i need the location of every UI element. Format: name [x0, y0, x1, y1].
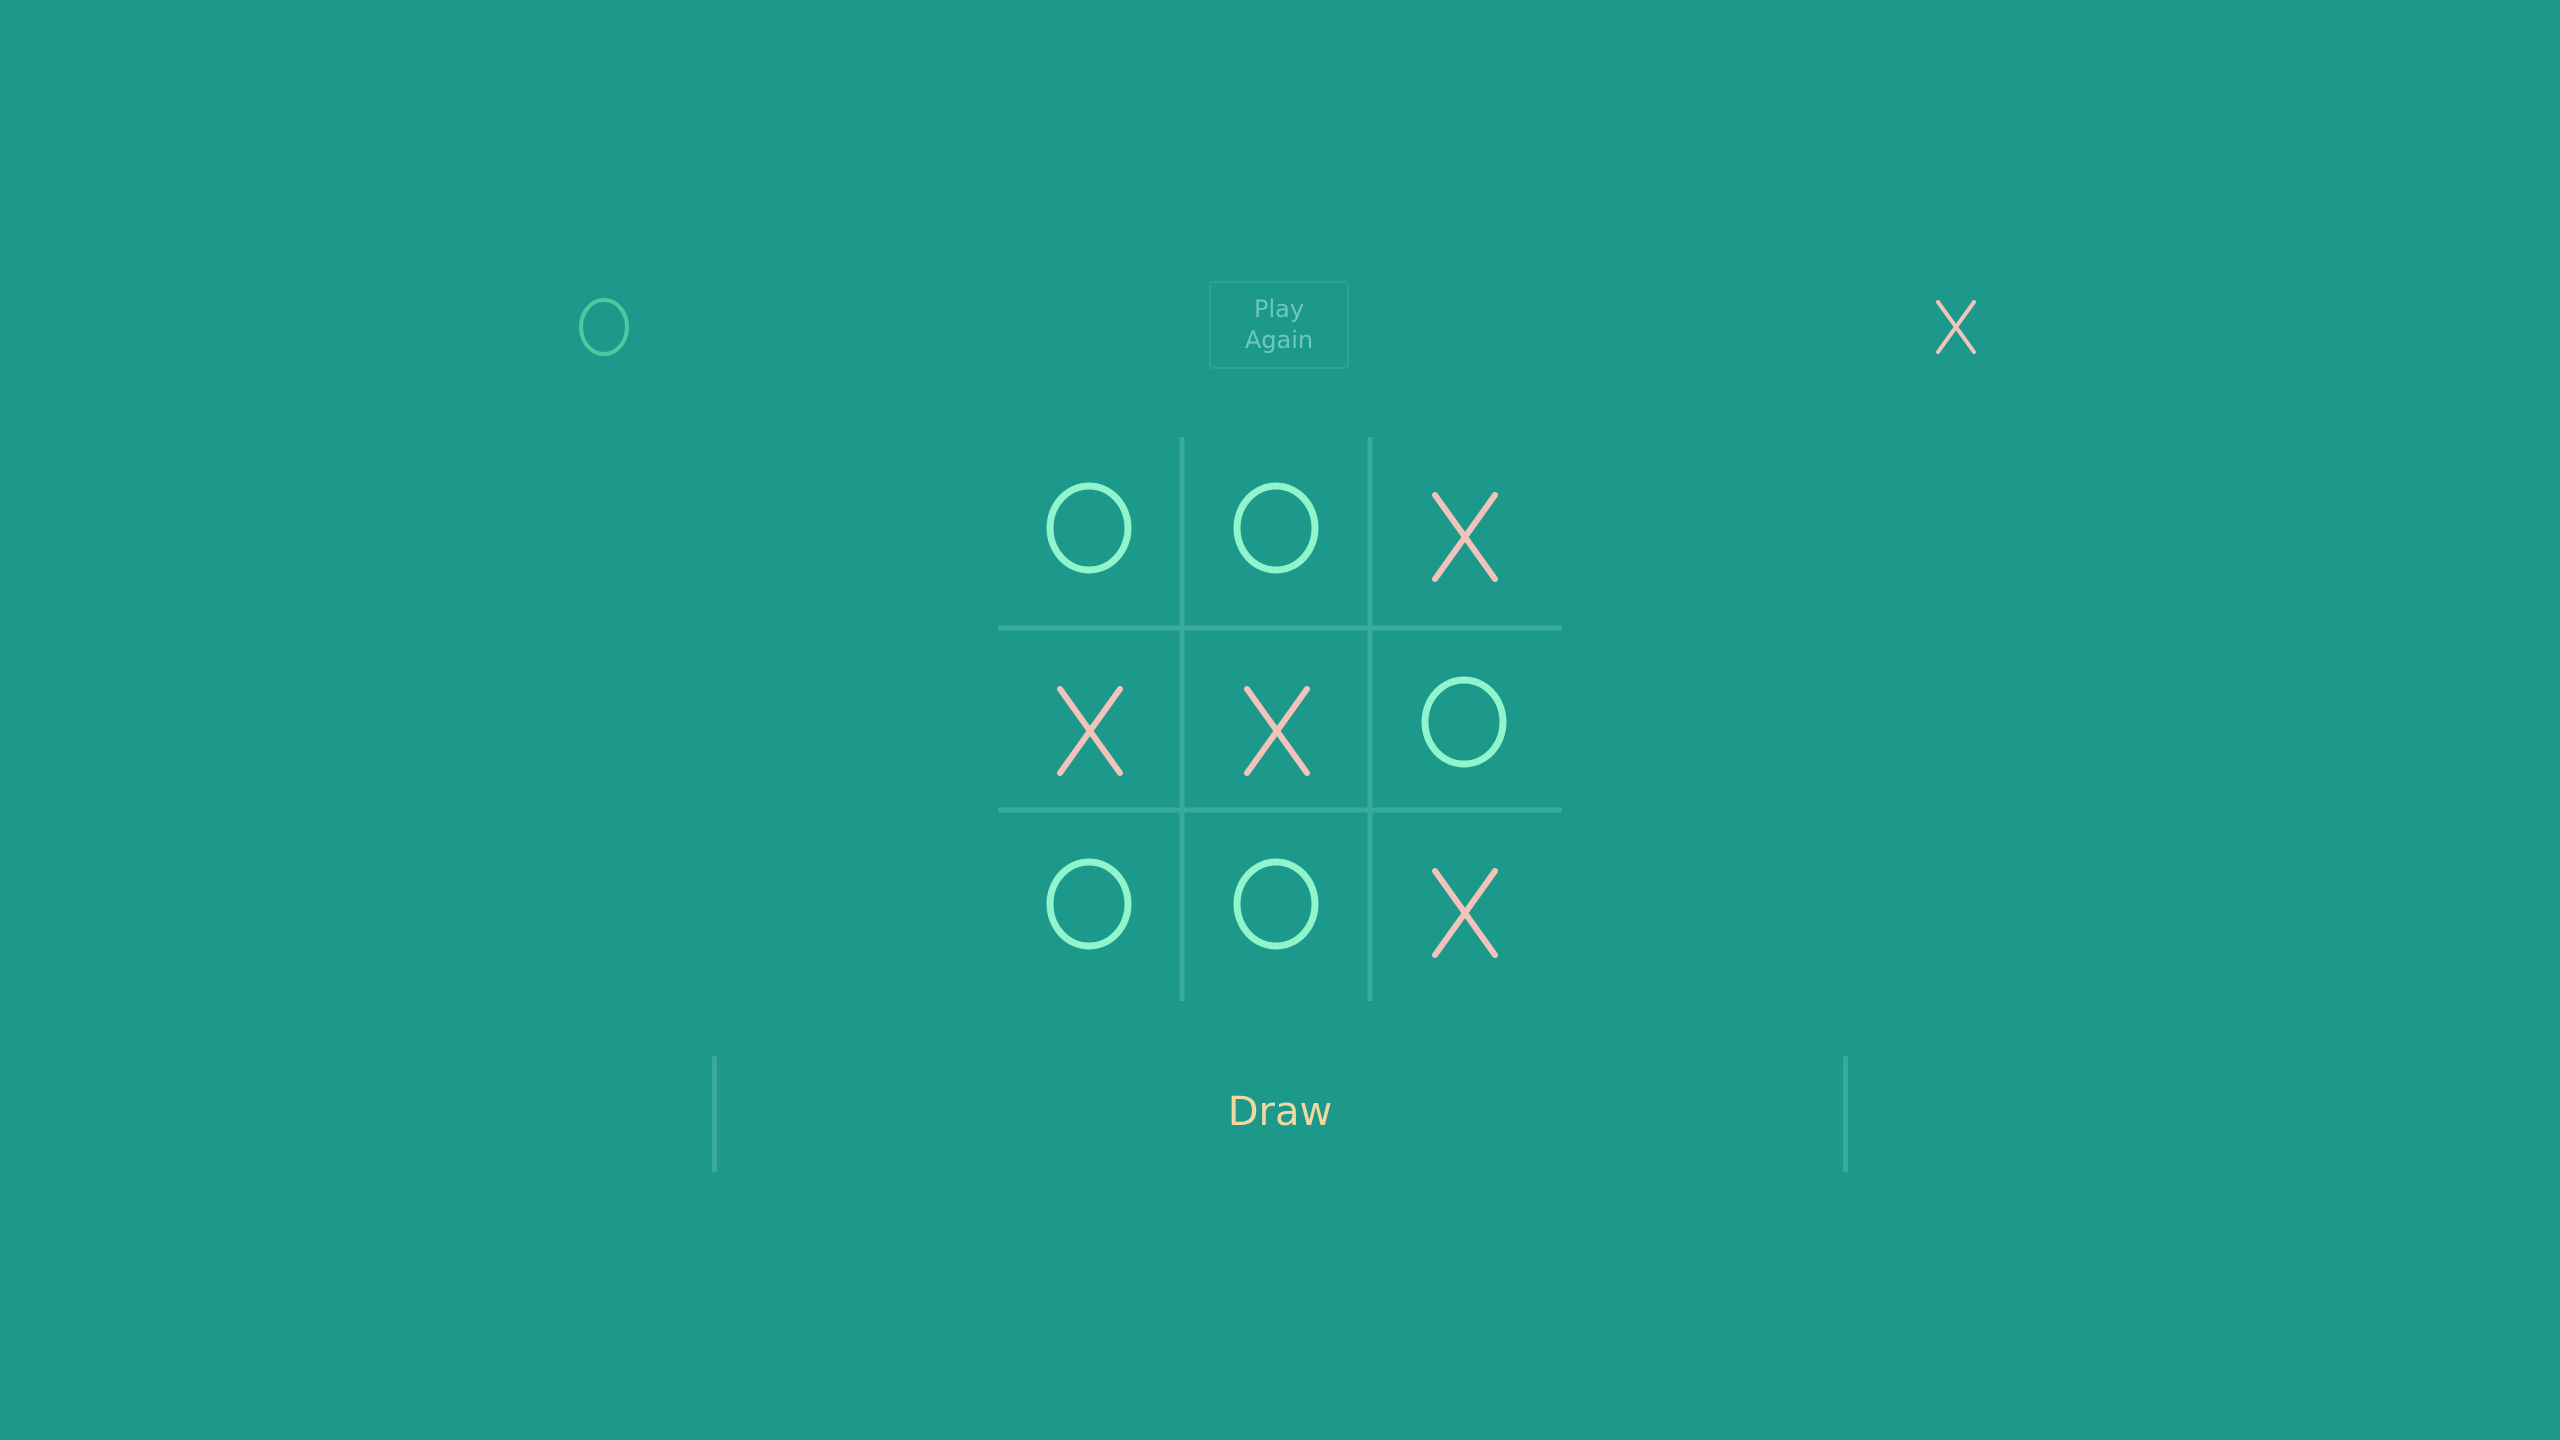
o-mark-icon: [1233, 858, 1319, 950]
status-bar: Draw: [712, 1056, 1848, 1172]
o-mark-icon: [579, 298, 629, 356]
board-cell-3-3[interactable]: [1373, 813, 1556, 996]
o-mark-icon: [1046, 858, 1132, 950]
status-divider-right: [1843, 1056, 1848, 1172]
x-mark-icon: [1057, 686, 1123, 776]
o-mark-icon: [1233, 482, 1319, 574]
o-mark-icon: [1421, 676, 1507, 768]
board-cell-3-1[interactable]: [998, 813, 1181, 996]
play-again-label-line2: Again: [1244, 326, 1314, 354]
x-mark-icon: [1432, 868, 1498, 958]
game-status-text: Draw: [1227, 1089, 1333, 1135]
play-again-label-line1: Play: [1253, 295, 1305, 323]
board-cell-1-1[interactable]: [998, 437, 1181, 620]
board-cell-2-3[interactable]: [1373, 631, 1556, 814]
game-board: [998, 437, 1562, 1001]
player-o-indicator: [578, 296, 630, 358]
board-cell-2-1[interactable]: [998, 631, 1181, 814]
game-screen: Play Again Draw: [0, 0, 2560, 1440]
board-cell-3-2[interactable]: [1185, 813, 1368, 996]
board-cell-2-2[interactable]: [1185, 631, 1368, 814]
x-mark-icon: [1936, 300, 1976, 354]
play-again-button[interactable]: Play Again: [1209, 281, 1349, 369]
x-mark-icon: [1244, 686, 1310, 776]
player-x-indicator: [1934, 298, 1978, 356]
board-cell-1-2[interactable]: [1185, 437, 1368, 620]
o-mark-icon: [1046, 482, 1132, 574]
x-mark-icon: [1432, 492, 1498, 582]
board-cell-1-3[interactable]: [1373, 437, 1556, 620]
